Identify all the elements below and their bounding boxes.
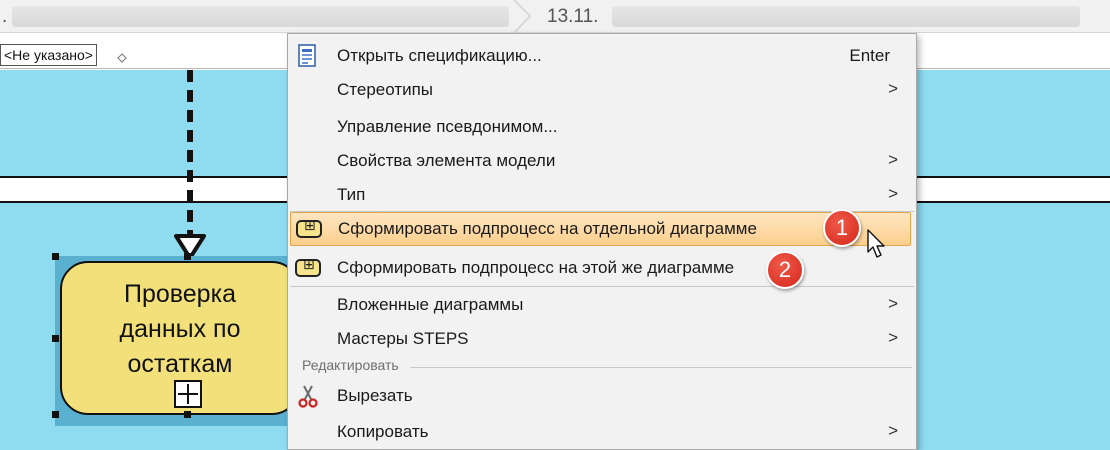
chevron-right-icon: > xyxy=(888,294,898,313)
menu-group-label: Редактировать xyxy=(302,357,399,373)
menu-item-nested-diagrams[interactable]: Вложенные диаграммы > xyxy=(288,288,916,322)
menu-item-label: Тип xyxy=(337,185,366,204)
menu-item-copy[interactable]: Копировать > xyxy=(288,415,916,449)
subprocess-marker-icon[interactable] xyxy=(174,380,202,408)
resize-handle[interactable] xyxy=(184,411,191,418)
callout-badge-2: 2 xyxy=(766,251,804,289)
shape-icon[interactable] xyxy=(115,51,129,65)
menu-item-label: Сформировать подпроцесс на этой же диагр… xyxy=(337,258,735,277)
message-flow-connector[interactable] xyxy=(160,70,220,265)
breadcrumb-first-obscured[interactable] xyxy=(12,6,509,27)
breadcrumb: . 13.11. xyxy=(0,0,1110,33)
chevron-right-icon: > xyxy=(888,421,898,440)
chevron-right-icon: > xyxy=(888,184,898,203)
menu-item-alias-management[interactable]: Управление псевдонимом... xyxy=(288,110,916,144)
resize-handle[interactable] xyxy=(52,253,59,260)
menu-item-steps-wizards[interactable]: Мастеры STEPS > xyxy=(288,322,916,356)
type-selector[interactable]: <Не указано> xyxy=(0,44,97,66)
chevron-right-icon: > xyxy=(888,150,898,169)
menu-item-label: Свойства элемента модели xyxy=(337,151,556,170)
menu-group-divider xyxy=(410,367,912,368)
subprocess-icon xyxy=(295,255,321,281)
menu-item-label: Копировать xyxy=(337,422,429,441)
resize-handle[interactable] xyxy=(52,411,59,418)
resize-handle[interactable] xyxy=(52,335,59,342)
menu-item-model-element-properties[interactable]: Свойства элемента модели > xyxy=(288,144,916,178)
menu-item-shortcut: Enter xyxy=(849,46,890,65)
menu-item-cut[interactable]: Вырезать xyxy=(288,379,916,413)
menu-item-label: Управление псевдонимом... xyxy=(337,117,558,136)
menu-item-label: Открыть спецификацию... xyxy=(337,46,542,65)
callout-badge-1: 1 xyxy=(823,209,861,247)
task-label: Проверка данных по остаткам xyxy=(119,280,241,378)
menu-item-label: Стереотипы xyxy=(337,80,434,99)
menu-item-label: Мастеры STEPS xyxy=(337,329,469,348)
breadcrumb-first-text[interactable]: . xyxy=(2,6,7,28)
menu-item-label: Сформировать подпроцесс на отдельной диа… xyxy=(338,219,757,238)
menu-item-type[interactable]: Тип > xyxy=(288,178,916,212)
breadcrumb-separator-icon xyxy=(513,0,532,33)
menu-separator xyxy=(290,286,914,287)
breadcrumb-second-text[interactable]: 13.11. xyxy=(547,6,598,28)
scissors-icon xyxy=(298,385,318,408)
menu-group-header-edit: Редактировать xyxy=(288,355,916,377)
chevron-right-icon: > xyxy=(888,328,898,347)
resize-handle[interactable] xyxy=(184,253,191,260)
chevron-right-icon: > xyxy=(888,79,898,98)
menu-item-label: Вырезать xyxy=(337,386,413,405)
context-menu: Открыть спецификацию... Enter Стереотипы… xyxy=(287,33,917,450)
menu-item-open-specification[interactable]: Открыть спецификацию... Enter xyxy=(288,39,916,73)
menu-item-stereotypes[interactable]: Стереотипы > xyxy=(288,73,916,107)
mouse-cursor-icon xyxy=(867,229,885,258)
breadcrumb-second-obscured[interactable] xyxy=(612,6,1080,27)
menu-item-subprocess-same-diagram[interactable]: Сформировать подпроцесс на этой же диагр… xyxy=(288,251,916,285)
specification-icon xyxy=(298,44,316,67)
menu-item-label: Вложенные диаграммы xyxy=(337,295,524,314)
subprocess-icon xyxy=(296,216,322,242)
menu-item-subprocess-separate-diagram[interactable]: Сформировать подпроцесс на отдельной диа… xyxy=(290,212,911,246)
